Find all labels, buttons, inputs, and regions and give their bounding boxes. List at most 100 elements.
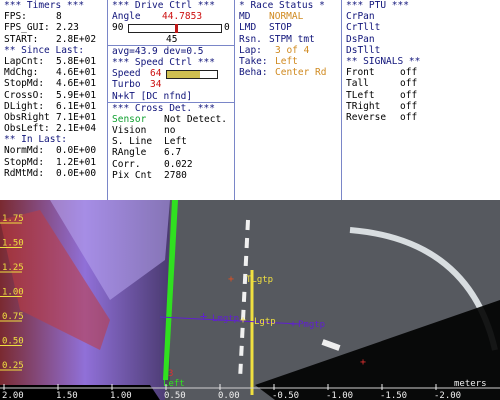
beha-value: Center Rd	[275, 67, 327, 79]
start-value: 2.8E+02	[56, 33, 97, 45]
signal-value: off	[400, 111, 418, 123]
marker-lgtp: Lgtp	[254, 317, 276, 327]
speed-title: *** Speed Ctrl ***	[112, 56, 215, 68]
sline-label: S. Line	[112, 136, 153, 148]
stopmd-value: 4.6E+01	[56, 78, 97, 90]
angle-range-min: 90	[112, 22, 124, 34]
plus-marker: +	[360, 357, 366, 368]
ptu-item: DsPan	[346, 33, 375, 45]
nhkt-status: N+kT [DC nfnd]	[112, 90, 193, 102]
corr-label: Corr.	[112, 158, 141, 170]
camera-view: TLgtp Lgtp Lmgtp Pmgtp Left 3 + + + + + …	[0, 200, 500, 400]
rdmtmd-label: RdMtMd:	[4, 167, 45, 179]
angle-value: 44.7853	[162, 11, 203, 23]
normmd-label: NormMd:	[4, 145, 45, 157]
x-tick-label: -1.00	[326, 391, 353, 400]
x-tick-label: 0.00	[218, 391, 240, 400]
ptu-item: CrPan	[346, 11, 375, 23]
plus-marker: +	[290, 319, 296, 330]
since-last-title: ** Since Last:	[4, 44, 85, 56]
marker-pmgtp: Pmgtp	[298, 320, 325, 330]
rangle-value: 6.7	[164, 147, 182, 159]
angle-range-mid: 45	[166, 33, 178, 45]
sensor-value: Not Detect.	[164, 113, 227, 125]
signal-label: Reverse	[346, 111, 387, 123]
avg-dev: avg=43.9 dev=0.5	[112, 45, 204, 57]
obsright-label: ObsRight	[4, 111, 50, 123]
drive-panel: *** Drive Ctrl *** Angle 44.7853 90 0 45 …	[108, 0, 235, 200]
md-value: NORMAL	[269, 11, 304, 23]
x-tick-label: 2.00	[2, 391, 24, 400]
turbo-value: 34	[150, 79, 162, 91]
fps-label: FPS:	[4, 11, 27, 23]
plus-marker: +	[228, 274, 234, 285]
signal-value: off	[400, 89, 418, 101]
speed-value: 64	[150, 68, 162, 80]
in-last-title: ** In Last:	[4, 134, 67, 146]
fps-gui-label: FPS_GUI:	[4, 22, 50, 34]
sline-value: Left	[164, 136, 187, 148]
beha-label: Beha:	[239, 67, 268, 79]
rsn-label: Rsn.	[239, 33, 262, 45]
race-title: * Race Status *	[239, 0, 325, 11]
crosso-value: 5.9E+01	[56, 89, 97, 101]
mask-left	[0, 385, 160, 400]
md-label: MD	[239, 11, 251, 23]
x-tick-label: -1.50	[380, 391, 407, 400]
lapcnt-label: LapCnt:	[4, 55, 45, 67]
ptu-title: *** PTU ***	[346, 0, 409, 11]
obsright-value: 7.1E+01	[56, 111, 97, 123]
obsleft-value: 2.1E+04	[56, 123, 97, 135]
signal-label: Tall	[346, 78, 369, 90]
marker-lmgtp: Lmgtp	[212, 314, 239, 324]
ptu-panel: *** PTU *** CrPan CrTllt DsPan DsTllt **…	[342, 0, 500, 200]
stopmd-label: StopMd:	[4, 78, 45, 90]
signal-label: Front	[346, 67, 375, 79]
drive-title: *** Drive Ctrl ***	[112, 0, 215, 11]
x-tick-label: 0.50	[164, 391, 186, 400]
speed-bar	[166, 70, 218, 80]
camera-overlay: TLgtp Lgtp Lmgtp Pmgtp Left 3 + + + + + …	[0, 200, 500, 400]
obsleft-label: ObsLeft:	[4, 123, 50, 135]
cross-title: *** Cross Det. ***	[112, 102, 215, 114]
signal-label: TLeft	[346, 89, 375, 101]
marker-tlgtp: TLgtp	[246, 275, 273, 285]
signal-label: TRight	[346, 100, 381, 112]
sensor-label: Sensor	[112, 113, 147, 125]
speed-label: Speed	[112, 68, 141, 80]
pix-value: 2780	[164, 169, 187, 181]
lapcnt-value: 5.8E+01	[56, 55, 97, 67]
dlight-label: DLight:	[4, 100, 45, 112]
timers-panel: *** Timers *** FPS: 8 FPS_GUI: 2.23 START:…	[0, 0, 108, 200]
take-value: Left	[275, 55, 298, 67]
plus-marker: +	[200, 309, 207, 323]
signal-value: off	[400, 67, 418, 79]
speed-bar-fill	[167, 71, 200, 79]
vision-label: Vision	[112, 125, 147, 137]
x-tick-label: 1.00	[110, 391, 132, 400]
mdchg-label: MdChg:	[4, 67, 39, 79]
plus-marker: +	[240, 315, 246, 326]
ptu-item: DsTllt	[346, 44, 381, 56]
angle-slider-thumb	[175, 24, 178, 34]
race-status-panel: * Race Status * MD NORMAL LMD STOP Rsn. STP…	[235, 0, 342, 200]
lap-value: 3 of 4	[275, 44, 310, 56]
mdchg-value: 4.6E+01	[56, 67, 97, 79]
take-label: Take:	[239, 55, 268, 67]
crosso-label: CrossO:	[4, 89, 45, 101]
fps-gui-value: 2.23	[56, 22, 79, 34]
angle-slider	[128, 24, 222, 34]
vision-value: no	[164, 125, 176, 137]
fps-value: 8	[56, 11, 62, 23]
signals-title: ** SIGNALS **	[346, 55, 421, 67]
stopmd2-label: StopMd:	[4, 156, 45, 168]
timers-title: *** Timers ***	[4, 0, 85, 11]
units-label: meters	[454, 379, 487, 389]
signal-value: off	[400, 78, 418, 90]
lap-label: Lap:	[239, 44, 262, 56]
corr-value: 0.022	[164, 158, 193, 170]
rdmtmd-value: 0.0E+00	[56, 167, 97, 179]
label-num: 3	[168, 369, 173, 379]
signal-value: off	[400, 100, 418, 112]
dlight-value: 6.1E+01	[56, 100, 97, 112]
